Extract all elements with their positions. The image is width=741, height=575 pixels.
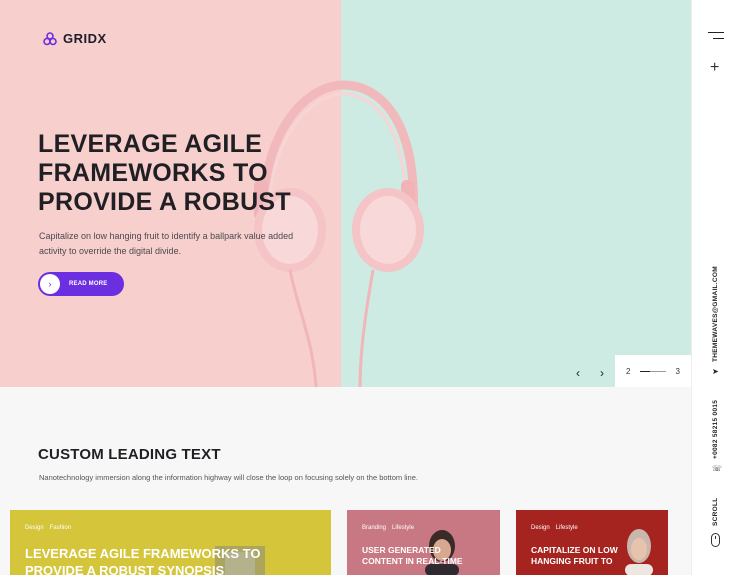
hero-title: LEVERAGE AGILE FRAMEWORKS TO PROVIDE A R…	[38, 130, 291, 216]
plus-icon[interactable]: +	[710, 60, 719, 76]
next-slide-icon[interactable]: ›	[600, 366, 604, 380]
hero-description: Capitalize on low hanging fruit to ident…	[39, 231, 294, 256]
sidebar-phone[interactable]: +0082 58215 0015	[712, 400, 719, 459]
slider-pagination: 2 3	[615, 355, 691, 387]
paper-plane-icon: ➤	[712, 367, 719, 376]
card-tag[interactable]: Fashion	[50, 525, 71, 531]
card-tags: Branding Lifestyle	[362, 525, 414, 531]
card-tags: Design Fashion	[25, 525, 71, 531]
card-title[interactable]: CAPITALIZE ON LOW HANGING FRUIT TO	[531, 545, 641, 567]
section-title: CUSTOM LEADING TEXT	[38, 446, 221, 463]
slide-total-number: 3	[675, 366, 680, 376]
chevron-right-icon: ›	[40, 274, 60, 294]
brand-logo[interactable]: GRIDX	[43, 31, 107, 46]
post-card[interactable]: Design Lifestyle CAPITALIZE ON LOW HANGI…	[516, 510, 668, 575]
hero-slider: GRIDX LEVERAGE AGILE FRAMEWORKS TO PROVI…	[0, 0, 691, 387]
logo-icon	[43, 31, 57, 45]
card-title[interactable]: USER GENERATED CONTENT IN REAL-TIME	[362, 545, 472, 567]
slide-current-number: 2	[626, 366, 631, 376]
scroll-label: SCROLL	[712, 497, 719, 526]
read-more-button[interactable]: › READ MORE	[38, 272, 124, 296]
card-title[interactable]: LEVERAGE AGILE FRAMEWORKS TO PROVIDE A R…	[25, 545, 315, 575]
card-tag[interactable]: Branding	[362, 525, 386, 531]
phone-icon: ☏	[712, 464, 723, 473]
card-tags: Design Lifestyle	[531, 525, 578, 531]
slider-progress-line	[640, 370, 666, 372]
card-tag[interactable]: Lifestyle	[556, 525, 578, 531]
section-description: Nanotechnology immersion along the infor…	[39, 473, 418, 482]
hamburger-menu-icon[interactable]	[708, 32, 724, 40]
prev-slide-icon[interactable]: ‹	[576, 366, 580, 380]
brand-name: GRIDX	[63, 31, 107, 46]
mouse-scroll-icon[interactable]	[711, 533, 720, 547]
post-card[interactable]: Design Fashion LEVERAGE AGILE FRAMEWORKS…	[10, 510, 331, 575]
read-more-label: READ MORE	[69, 281, 108, 287]
sidebar-email[interactable]: THEMEWAVES@GMAIL.COM	[712, 266, 719, 362]
card-tag[interactable]: Lifestyle	[392, 525, 414, 531]
card-tag[interactable]: Design	[531, 525, 550, 531]
post-card[interactable]: Branding Lifestyle USER GENERATED CONTEN…	[347, 510, 500, 575]
card-tag[interactable]: Design	[25, 525, 44, 531]
